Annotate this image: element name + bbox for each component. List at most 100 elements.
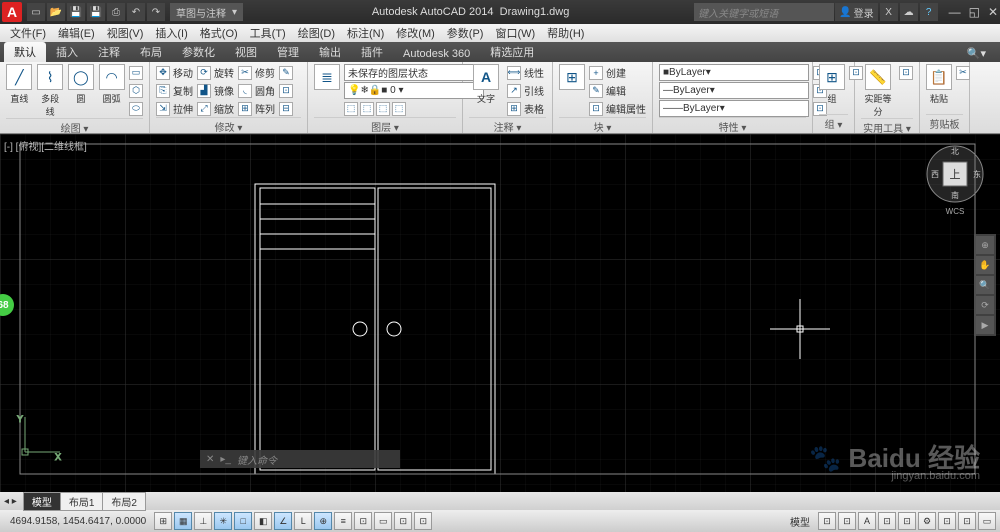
sc-toggle[interactable]: ⊡: [394, 512, 412, 530]
otrack-toggle[interactable]: ∠: [274, 512, 292, 530]
panel-modify-title[interactable]: 修改 ▾: [156, 117, 301, 134]
qat-save-icon[interactable]: 💾: [67, 3, 85, 21]
help-search[interactable]: 键入关键字或短语: [694, 3, 834, 21]
qat-saveas-icon[interactable]: 💾: [87, 3, 105, 21]
tab-default[interactable]: 默认: [4, 42, 46, 62]
panel-annot-title[interactable]: 注释 ▾: [469, 117, 546, 134]
sb-tool8[interactable]: ⊡: [958, 512, 976, 530]
edit-block-button[interactable]: ✎编辑: [589, 82, 646, 99]
close-icon[interactable]: ✕: [988, 5, 998, 19]
tab-plugins[interactable]: 插件: [351, 42, 393, 62]
panel-block-title[interactable]: 块 ▾: [559, 117, 646, 134]
tab-param[interactable]: 参数化: [172, 42, 225, 62]
tab-annotate[interactable]: 注释: [88, 42, 130, 62]
tab-nav-icon[interactable]: ◂ ▸: [4, 496, 17, 507]
create-block-button[interactable]: +创建: [589, 64, 646, 81]
nav-zoom-icon[interactable]: 🔍: [976, 276, 994, 294]
nav-orbit-icon[interactable]: ⟳: [976, 296, 994, 314]
tab-output[interactable]: 输出: [309, 42, 351, 62]
menu-dim[interactable]: 标注(N): [341, 25, 390, 41]
array-button[interactable]: ⊞阵列: [238, 100, 275, 117]
tab-a360[interactable]: Autodesk 360: [393, 46, 480, 62]
panel-group-title[interactable]: 组 ▾: [819, 114, 848, 131]
stay-connected-icon[interactable]: ☁: [900, 3, 918, 21]
qat-print-icon[interactable]: ⎙: [107, 3, 125, 21]
ortho-toggle[interactable]: ⊥: [194, 512, 212, 530]
workspace-dropdown[interactable]: 草图与注释 ▾: [170, 3, 243, 21]
tab-view[interactable]: 视图: [225, 42, 267, 62]
edit-attr-button[interactable]: ⊡编辑属性: [589, 100, 646, 117]
lineweight-combo[interactable]: — ByLayer ▾: [659, 82, 809, 99]
tab-insert[interactable]: 插入: [46, 42, 88, 62]
measure-button[interactable]: 📏实距等分: [861, 64, 895, 118]
status-model[interactable]: 模型: [784, 514, 816, 529]
mirror-button[interactable]: ▟镜像: [197, 82, 234, 99]
copy-button[interactable]: ⎘复制: [156, 82, 193, 99]
paste-button[interactable]: 📋粘贴: [926, 64, 952, 105]
nav-fullnav-icon[interactable]: ⊕: [976, 236, 994, 254]
sb-tool1[interactable]: ⊡: [818, 512, 836, 530]
lwt-toggle[interactable]: ≡: [334, 512, 352, 530]
panel-layer-title[interactable]: 图层 ▾: [314, 117, 456, 134]
menu-tools[interactable]: 工具(T): [244, 25, 292, 41]
tab-layout1[interactable]: 布局1: [60, 492, 104, 511]
tab-featured[interactable]: 精选应用: [480, 42, 544, 62]
tab-layout2[interactable]: 布局2: [102, 492, 146, 511]
menu-window[interactable]: 窗口(W): [489, 25, 541, 41]
polyline-button[interactable]: ⌇多段线: [37, 64, 64, 118]
ribbon-search-icon[interactable]: 🔍▾: [957, 45, 996, 62]
move-button[interactable]: ✥移动: [156, 64, 193, 81]
nav-showmotion-icon[interactable]: ▶: [976, 316, 994, 334]
menu-edit[interactable]: 编辑(E): [52, 25, 101, 41]
layer-tool2[interactable]: ⬚: [360, 100, 374, 117]
color-combo[interactable]: ■ ByLayer ▾: [659, 64, 809, 81]
panel-prop-title[interactable]: 特性 ▾: [659, 117, 806, 134]
util-tool[interactable]: ⊡: [899, 64, 913, 81]
draw-extra1[interactable]: ▭: [129, 64, 143, 81]
menu-view[interactable]: 视图(V): [101, 25, 150, 41]
modify-extra2[interactable]: ⊡: [279, 82, 293, 99]
menu-insert[interactable]: 插入(I): [149, 25, 193, 41]
minimize-icon[interactable]: —: [949, 5, 961, 19]
qat-undo-icon[interactable]: ↶: [127, 3, 145, 21]
sb-tool7[interactable]: ⊡: [938, 512, 956, 530]
sb-tool2[interactable]: ⊡: [838, 512, 856, 530]
draw-extra2[interactable]: ⬡: [129, 82, 143, 99]
tpy-toggle[interactable]: ⊡: [354, 512, 372, 530]
coords[interactable]: 4694.9158, 1454.6417, 0.0000: [4, 516, 152, 527]
panel-draw-title[interactable]: 绘图 ▾: [6, 118, 143, 135]
layer-tool1[interactable]: ⬚: [344, 100, 358, 117]
tab-layout[interactable]: 布局: [130, 42, 172, 62]
rotate-button[interactable]: ⟳旋转: [197, 64, 234, 81]
tab-model[interactable]: 模型: [23, 492, 61, 511]
linetype-combo[interactable]: —— ByLayer ▾: [659, 100, 809, 117]
text-button[interactable]: A文字: [469, 64, 503, 105]
layer-prop-button[interactable]: ≣: [314, 64, 340, 92]
modify-extra1[interactable]: ✎: [279, 64, 293, 81]
nav-pan-icon[interactable]: ✋: [976, 256, 994, 274]
maximize-icon[interactable]: ◱: [969, 5, 980, 19]
dyn-toggle[interactable]: ⊕: [314, 512, 332, 530]
group-button[interactable]: ⊞组: [819, 64, 845, 105]
sb-tool4[interactable]: ⊡: [878, 512, 896, 530]
ducs-toggle[interactable]: L: [294, 512, 312, 530]
panel-clip-title[interactable]: 剪贴板: [926, 114, 963, 131]
line-button[interactable]: ╱直线: [6, 64, 33, 105]
grid-toggle[interactable]: ▦: [174, 512, 192, 530]
app-logo[interactable]: A: [2, 2, 22, 22]
circle-button[interactable]: ◯圆: [68, 64, 95, 105]
stretch-button[interactable]: ⇲拉伸: [156, 100, 193, 117]
tab-manage[interactable]: 管理: [267, 42, 309, 62]
cmd-close-icon[interactable]: ✕: [206, 454, 214, 465]
insert-block-button[interactable]: ⊞: [559, 64, 585, 92]
sb-clean[interactable]: ▭: [978, 512, 996, 530]
menu-file[interactable]: 文件(F): [4, 25, 52, 41]
snap-toggle[interactable]: ⊞: [154, 512, 172, 530]
exchange-icon[interactable]: X: [880, 3, 898, 21]
linear-dim-button[interactable]: ⟺线性: [507, 64, 544, 81]
sb-workspace[interactable]: ⚙: [918, 512, 936, 530]
menu-param[interactable]: 参数(P): [441, 25, 490, 41]
osnap-toggle[interactable]: □: [234, 512, 252, 530]
table-button[interactable]: ⊞表格: [507, 100, 544, 117]
leader-button[interactable]: ↗引线: [507, 82, 544, 99]
